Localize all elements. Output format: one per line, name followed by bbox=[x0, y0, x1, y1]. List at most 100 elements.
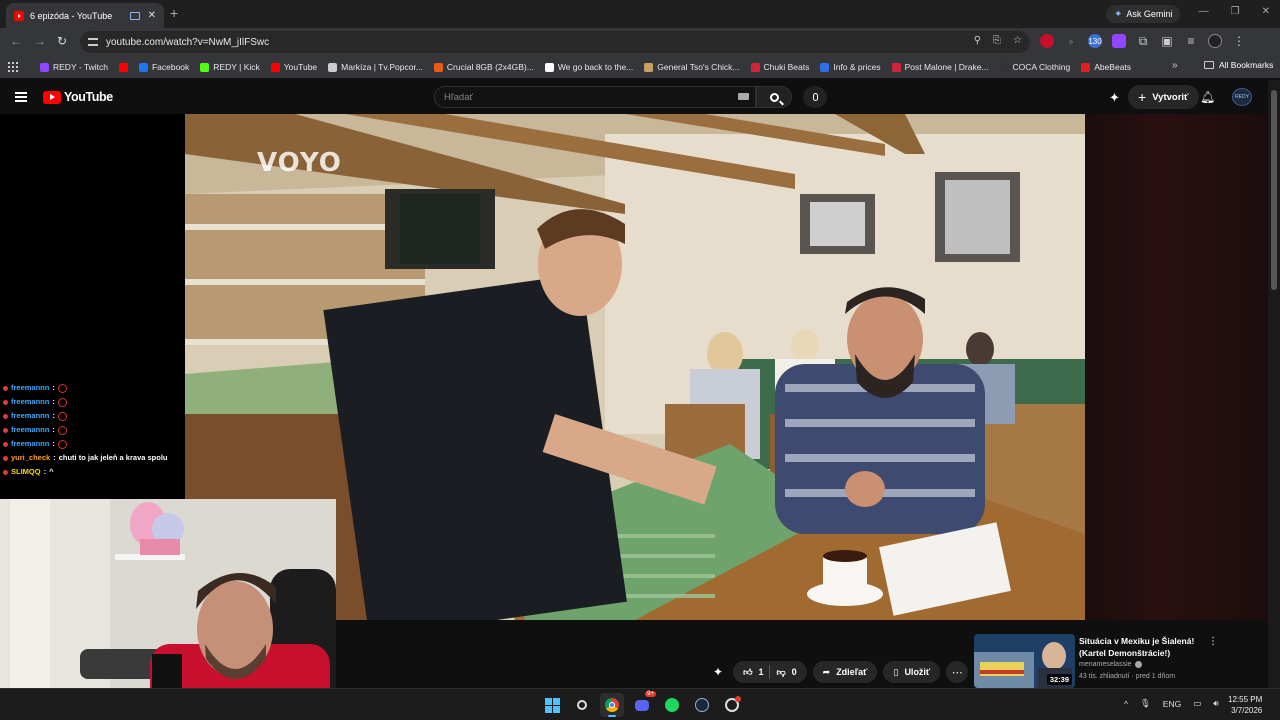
volume-icon[interactable]: 🔊︎ bbox=[1213, 698, 1218, 709]
browser-toolbar: ← → ↻ youtube.com/watch?v=NwM_jIlFSwc ⚲ … bbox=[0, 28, 1280, 56]
language-indicator[interactable]: ENG bbox=[1163, 699, 1181, 709]
bookmark-item[interactable]: Facebook bbox=[138, 62, 189, 72]
recommended-title[interactable]: Situácia v Mexiku je Šialená! (Kartel De… bbox=[1079, 635, 1199, 659]
bookmark-star-icon[interactable]: ☆ bbox=[1013, 35, 1022, 46]
recommended-channel[interactable]: menameselassie bbox=[1079, 661, 1142, 668]
bookmark-item[interactable]: Crucial 8GB (2x4GB)... bbox=[433, 62, 534, 72]
back-icon[interactable]: ← bbox=[10, 34, 22, 48]
cast-icon[interactable]: ✦ bbox=[1109, 90, 1120, 106]
chat-emote-icon bbox=[57, 397, 67, 407]
steam-taskbar-button[interactable] bbox=[690, 693, 714, 717]
side-panel-icon[interactable]: ▣ bbox=[1160, 34, 1174, 48]
keyboard-icon[interactable] bbox=[738, 93, 749, 100]
bookmark-favicon-icon bbox=[200, 62, 210, 72]
search-input[interactable]: Hľadať bbox=[434, 86, 756, 108]
more-actions-button[interactable]: ⋯ bbox=[946, 661, 969, 683]
twitch-extension-icon[interactable] bbox=[1112, 34, 1126, 48]
windows-logo-icon bbox=[544, 697, 560, 713]
reload-icon[interactable]: ↻ bbox=[57, 34, 67, 48]
address-bar[interactable]: youtube.com/watch?v=NwM_jIlFSwc ⚲ ⎘ ☆ bbox=[80, 31, 1030, 53]
account-avatar[interactable]: REDY bbox=[1232, 88, 1252, 106]
tray-overflow-icon[interactable]: ^ bbox=[1124, 699, 1128, 709]
discord-taskbar-button[interactable]: 9+ bbox=[630, 691, 656, 717]
verified-icon bbox=[1134, 661, 1142, 668]
ask-gemini-label: Ask Gemini bbox=[1126, 9, 1173, 19]
network-icon[interactable]: ▭ bbox=[1193, 698, 1201, 709]
site-info-icon[interactable] bbox=[88, 38, 98, 46]
bookmark-item[interactable]: COCA Clothing bbox=[999, 62, 1070, 72]
extension-arrow-icon[interactable]: » bbox=[1064, 34, 1078, 48]
bookmark-item[interactable]: Markíza | Tv.Popcor... bbox=[328, 62, 423, 72]
recommended-menu-icon[interactable]: ⋮ bbox=[1208, 636, 1218, 647]
hamburger-menu-icon[interactable] bbox=[15, 92, 27, 102]
bookmark-item[interactable]: REDY | Kick bbox=[200, 62, 260, 72]
spotify-taskbar-button[interactable] bbox=[660, 693, 684, 717]
stream-chat-overlay: freemannn: freemannn: freemannn: freemannn:… bbox=[3, 381, 183, 479]
recommended-thumbnail[interactable]: 32:39 bbox=[974, 634, 1075, 688]
chat-platform-icon bbox=[3, 413, 8, 419]
bookmark-item[interactable]: YouTube bbox=[270, 62, 317, 72]
taskbar-apps: 9+ bbox=[540, 691, 744, 717]
chrome-taskbar-button[interactable] bbox=[600, 693, 624, 717]
chat-separator: : bbox=[52, 425, 55, 434]
chat-separator: : bbox=[52, 411, 55, 420]
bookmark-item[interactable]: We go back to the... bbox=[544, 62, 633, 72]
voice-search-button[interactable] bbox=[803, 86, 827, 108]
ask-gemini-button[interactable]: ✦ Ask Gemini bbox=[1106, 5, 1181, 23]
tab-search-icon[interactable]: ≡ bbox=[1184, 34, 1198, 48]
tab-media-icon[interactable] bbox=[129, 11, 140, 20]
profile-avatar-icon[interactable] bbox=[1208, 34, 1222, 48]
bookmark-item[interactable] bbox=[118, 62, 128, 72]
chat-message: freemannn: bbox=[3, 381, 183, 395]
apps-grid-icon[interactable] bbox=[8, 62, 18, 72]
maximize-icon[interactable]: ❐ bbox=[1231, 6, 1240, 17]
bookmark-favicon-icon bbox=[644, 62, 654, 72]
more-bookmarks-icon[interactable]: » bbox=[1172, 60, 1178, 71]
install-app-icon[interactable]: ⎘ bbox=[993, 35, 1001, 46]
chrome-menu-icon[interactable]: ⋮ bbox=[1232, 34, 1246, 48]
system-tray: ^ 🎙︎ ENG ▭ 🔊︎ bbox=[1124, 698, 1219, 709]
chat-username: freemannn bbox=[11, 411, 50, 420]
search-button[interactable] bbox=[756, 86, 792, 108]
share-button[interactable]: ➦ Zdieľať bbox=[812, 661, 878, 683]
bookmark-item[interactable]: AbeBeats bbox=[1081, 62, 1131, 72]
notifications-bell-icon[interactable]: 🔔︎ bbox=[1200, 90, 1215, 104]
search-taskbar-button[interactable] bbox=[570, 693, 594, 717]
tab-close-icon[interactable]: ✕ bbox=[148, 10, 156, 21]
minimize-icon[interactable]: — bbox=[1199, 6, 1209, 17]
app-taskbar-button[interactable] bbox=[720, 693, 744, 717]
page-scrollbar[interactable] bbox=[1268, 80, 1280, 688]
bookmark-item[interactable]: Post Malone | Drake... bbox=[891, 62, 989, 72]
browser-tab[interactable]: 6 epizóda - YouTube ✕ bbox=[6, 3, 164, 28]
bookmark-item[interactable]: General Tso's Chick... bbox=[644, 62, 740, 72]
chat-platform-icon bbox=[3, 469, 8, 475]
bookmark-label: Info & prices bbox=[833, 62, 881, 72]
microphone-tray-icon[interactable]: 🎙︎ bbox=[1140, 698, 1151, 709]
all-bookmarks-button[interactable]: All Bookmarks bbox=[1204, 60, 1273, 70]
new-tab-button[interactable]: + bbox=[170, 5, 178, 21]
scrollbar-thumb[interactable] bbox=[1271, 90, 1277, 290]
dislike-button[interactable]: 👎︎ 0 bbox=[776, 667, 796, 678]
extensions-puzzle-icon[interactable]: ⧉ bbox=[1136, 34, 1150, 48]
recommended-video[interactable]: 32:39 Situácia v Mexiku je Šialená! (Kar… bbox=[974, 634, 1224, 688]
create-button[interactable]: + Vytvoriť bbox=[1128, 85, 1199, 109]
extension-badge-icon[interactable]: 130 bbox=[1088, 34, 1102, 48]
bookmark-favicon-icon bbox=[328, 62, 338, 72]
like-button[interactable]: 👍︎ 1 bbox=[743, 667, 763, 678]
taskbar-clock[interactable]: 12:55 PM 3/7/2026 bbox=[1228, 694, 1262, 716]
zoom-icon[interactable]: ⚲ bbox=[974, 35, 981, 46]
youtube-logo[interactable]: YouTube bbox=[43, 90, 113, 104]
start-button[interactable] bbox=[540, 693, 564, 717]
forward-icon[interactable]: → bbox=[34, 34, 46, 48]
extension-red-icon[interactable] bbox=[1040, 34, 1054, 48]
bookmark-item[interactable]: Chuki Beats bbox=[750, 62, 809, 72]
chat-message: freemannn: bbox=[3, 437, 183, 451]
save-label: Uložiť bbox=[904, 667, 931, 677]
window-close-icon[interactable]: ✕ bbox=[1262, 6, 1270, 17]
clip-icon[interactable]: ✦ bbox=[713, 665, 723, 679]
bookmark-favicon-icon bbox=[999, 62, 1009, 72]
bookmark-list: REDY - Twitch Facebook REDY | Kick YouTube M… bbox=[40, 62, 1142, 72]
bookmark-item[interactable]: REDY - Twitch bbox=[40, 62, 108, 72]
save-button[interactable]: ▯ Uložiť bbox=[883, 661, 941, 683]
bookmark-item[interactable]: Info & prices bbox=[820, 62, 881, 72]
